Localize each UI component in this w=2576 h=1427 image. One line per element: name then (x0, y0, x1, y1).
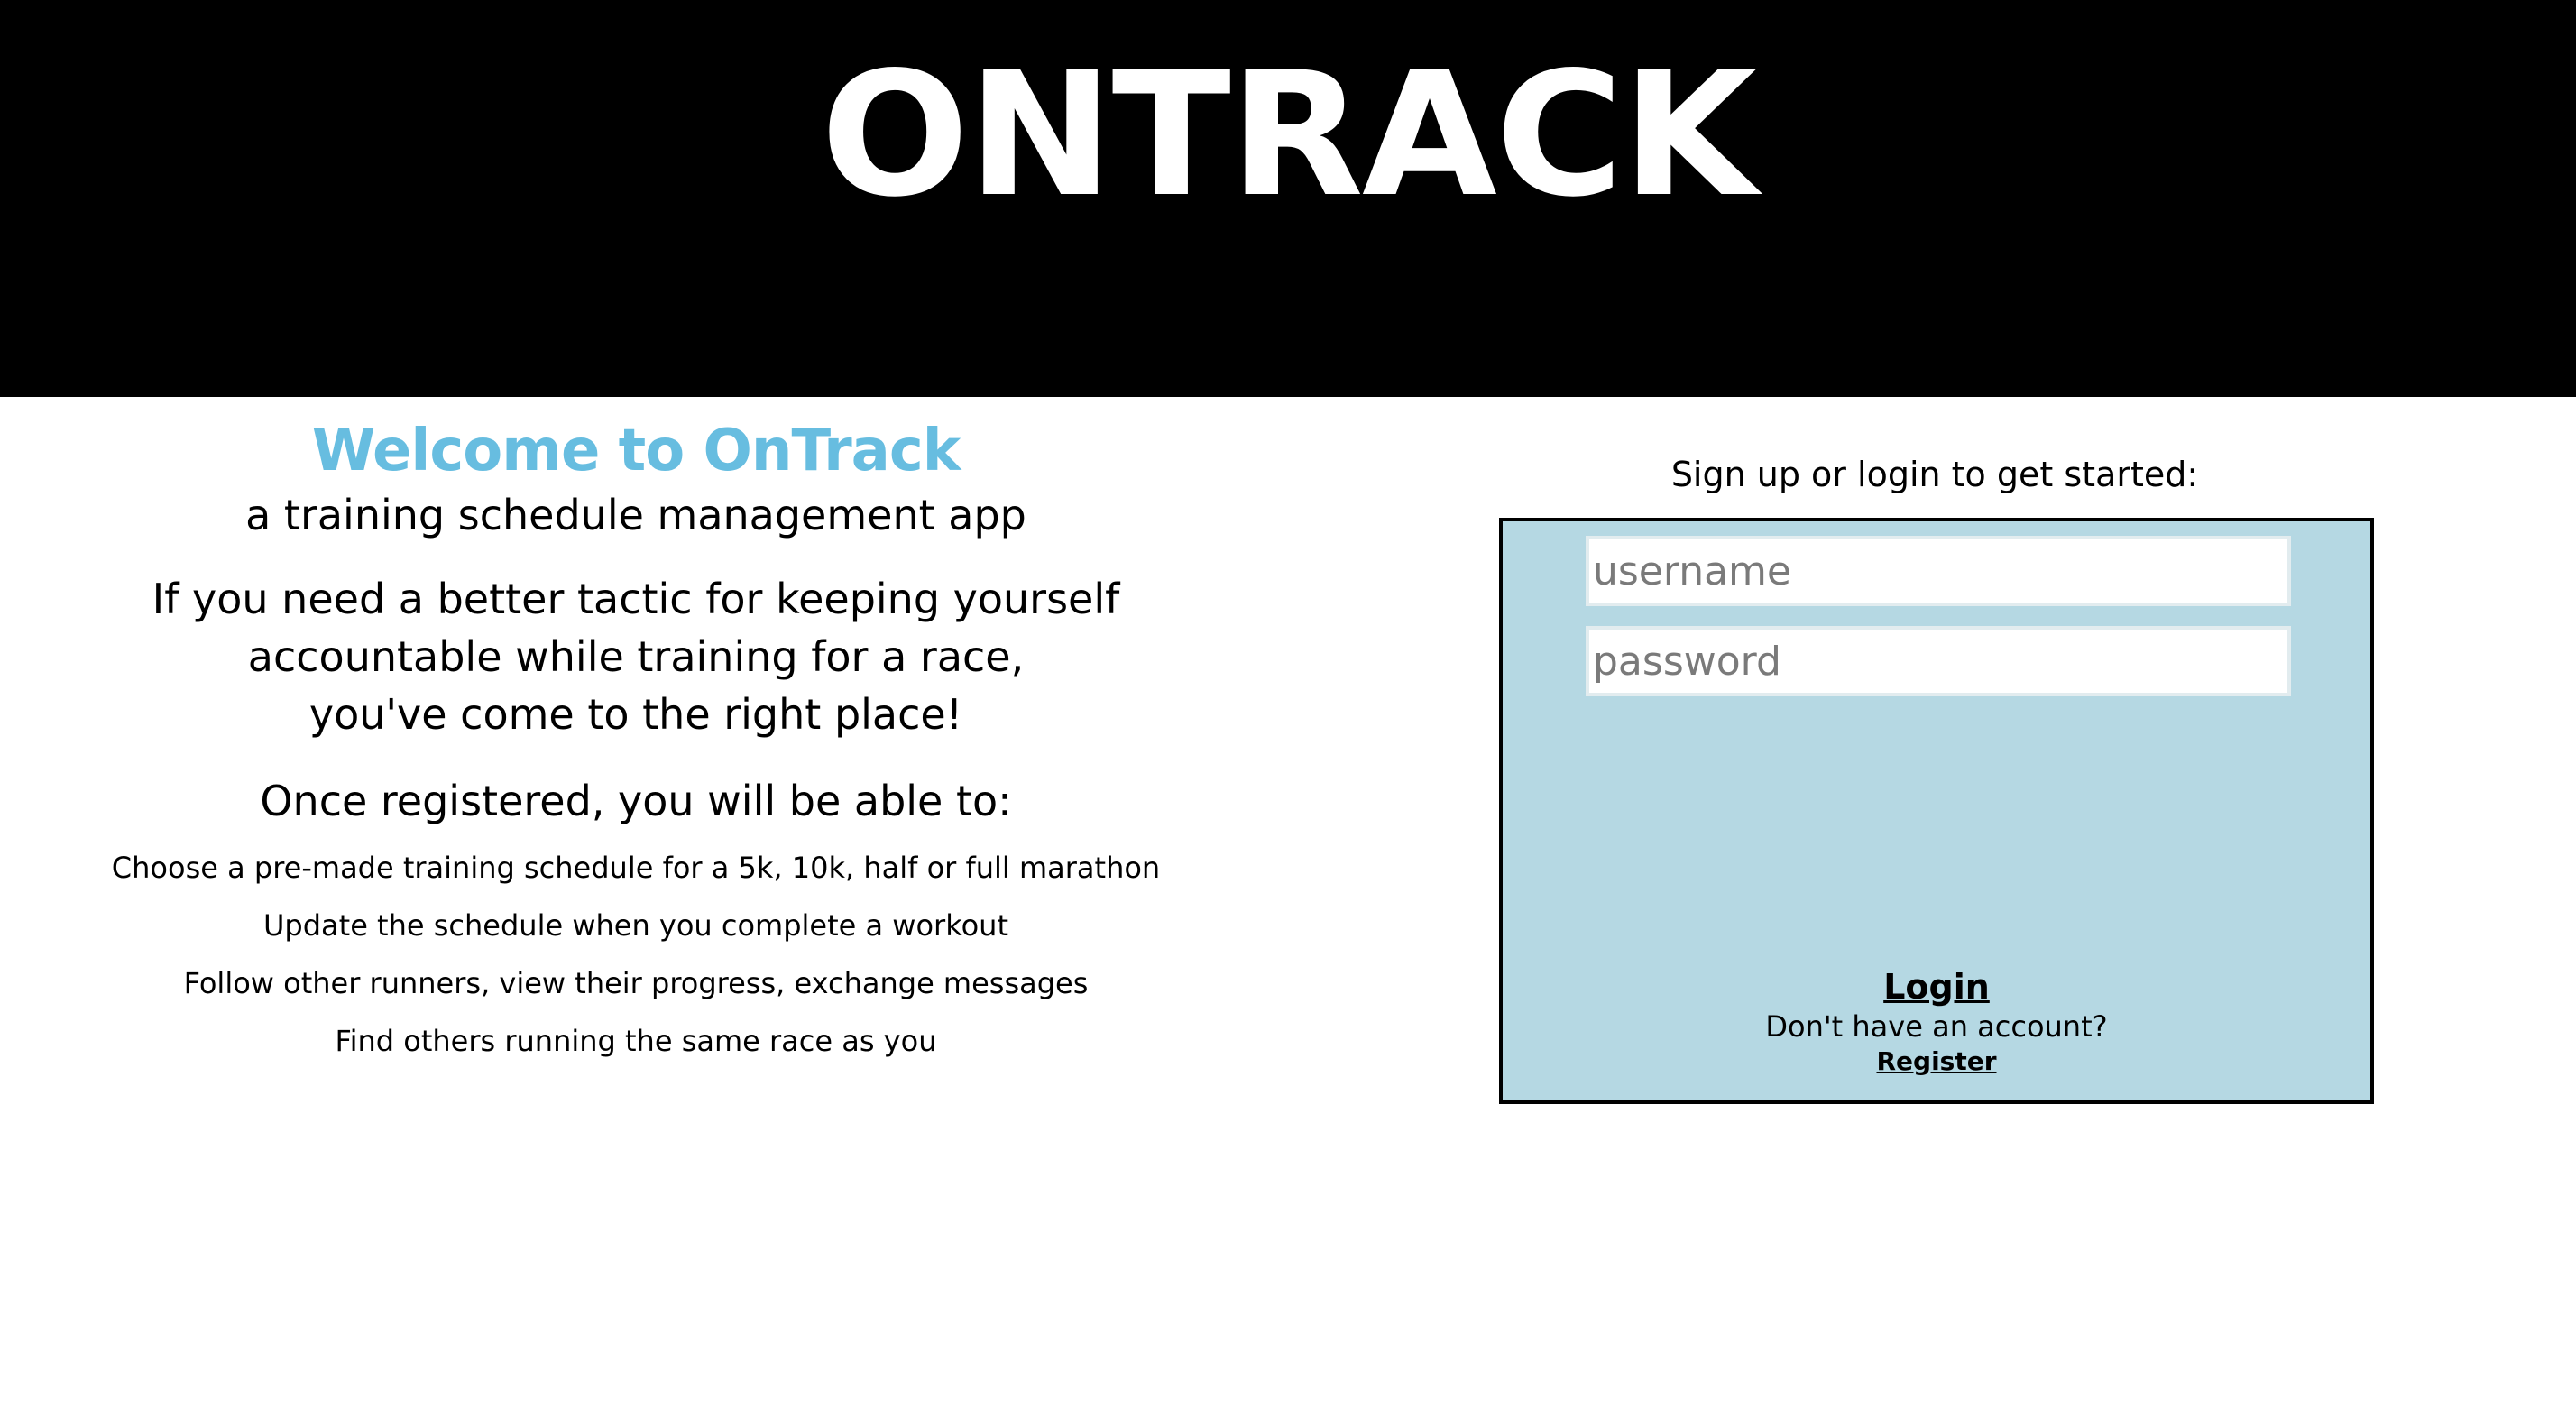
feature-item: Follow other runners, view their progres… (183, 966, 1089, 1000)
login-panel: Login Don't have an account? Register (1499, 518, 2374, 1104)
login-button[interactable]: Login (1883, 965, 1990, 1008)
password-input[interactable] (1586, 626, 2291, 696)
app-subtitle: a training schedule management app (245, 491, 1026, 539)
header-bar: ONTRACK (0, 0, 2576, 397)
pitch-line: accountable while training for a race, (247, 632, 1025, 681)
features-heading: Once registered, you will be able to: (260, 777, 1012, 825)
pitch-line: you've come to the right place! (308, 690, 963, 739)
welcome-heading: Welcome to OnTrack (311, 418, 961, 484)
feature-item: Choose a pre-made training schedule for … (111, 851, 1161, 885)
auth-prompt: Sign up or login to get started: (1670, 455, 2199, 494)
ontrack-logo: ONTRACK (820, 35, 1758, 235)
feature-item: Update the schedule when you complete a … (262, 908, 1008, 943)
pitch-text: If you need a better tactic for keeping … (90, 570, 1182, 743)
no-account-text: Don't have an account? (1765, 1009, 2108, 1044)
features-list: Choose a pre-made training schedule for … (90, 839, 1182, 1070)
register-link[interactable]: Register (1876, 1045, 1996, 1079)
login-actions: Login Don't have an account? Register (1503, 965, 2370, 1079)
username-input[interactable] (1586, 536, 2291, 606)
feature-item: Find others running the same race as you (335, 1024, 937, 1058)
intro-section: Welcome to OnTrack a training schedule m… (90, 397, 1182, 1070)
pitch-line: If you need a better tactic for keeping … (152, 575, 1120, 623)
